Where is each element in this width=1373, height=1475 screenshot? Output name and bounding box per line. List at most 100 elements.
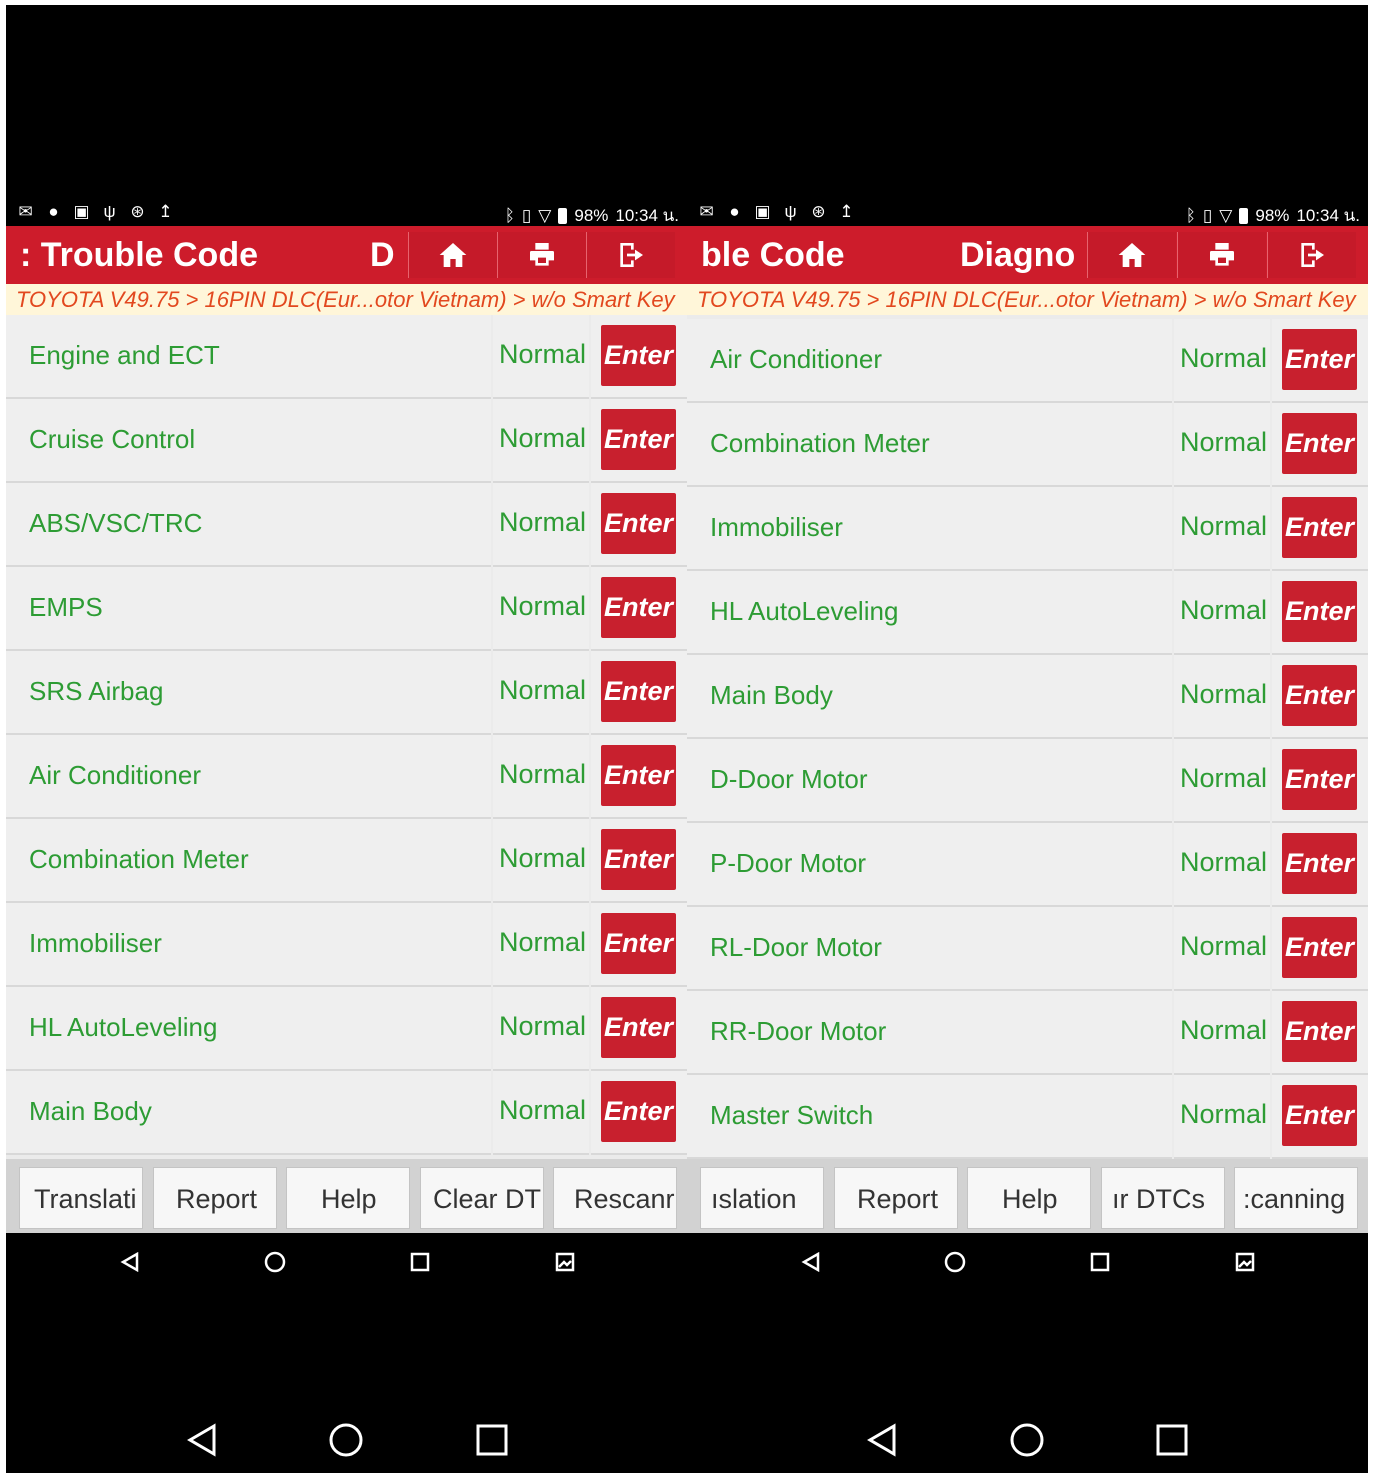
enter-button[interactable]: Enter (1282, 497, 1357, 558)
back-icon[interactable] (801, 1252, 821, 1272)
gmail-icon: ✉ (699, 202, 714, 221)
clear-dtc-button[interactable]: Clear DT (420, 1167, 544, 1229)
enter-button[interactable]: Enter (1282, 917, 1357, 978)
enter-button[interactable]: Enter (1282, 833, 1357, 894)
system-list: Air Conditioner Normal Enter Combination… (687, 319, 1368, 1163)
list-item: RL-Door Motor Normal Enter (687, 907, 1368, 991)
system-name: D-Door Motor (710, 764, 868, 794)
help-button[interactable]: Help (967, 1167, 1091, 1229)
report-button[interactable]: Report (834, 1167, 958, 1229)
recents-icon[interactable] (410, 1252, 430, 1272)
enter-button[interactable]: Enter (1282, 329, 1357, 390)
bluetooth-icon: ᛒ (1185, 205, 1196, 225)
exit-icon (1301, 243, 1324, 267)
print-icon (1210, 243, 1234, 266)
enter-button[interactable]: Enter (1282, 581, 1357, 642)
exit-button[interactable] (586, 232, 675, 278)
home-circle-icon[interactable] (1009, 1422, 1045, 1458)
top-black-band (6, 5, 1368, 199)
list-item: Air Conditioner Normal Enter (687, 319, 1368, 403)
status-bar: ✉ ● ▣ ψ ⊛ ↥ ᛒ ▯ ▽ 98% 10:34 น. (687, 199, 1368, 226)
home-circle-icon[interactable] (328, 1422, 364, 1458)
enter-button[interactable]: Enter (601, 913, 676, 974)
upload-icon: ↥ (839, 202, 854, 221)
breadcrumb: TOYOTA V49.75 > 16PIN DLC(Eur...otor Vie… (687, 284, 1368, 315)
system-status: Normal (1180, 343, 1268, 373)
translation-button[interactable]: Translati (19, 1167, 143, 1229)
right-screen: ✉ ● ▣ ψ ⊛ ↥ ᛒ ▯ ▽ 98% 10:34 น. ble Code … (687, 199, 1368, 1233)
system-status: Normal (499, 675, 587, 705)
print-button[interactable] (1177, 232, 1266, 278)
system-name: ABS/VSC/TRC (29, 508, 203, 538)
enter-button[interactable]: Enter (601, 325, 676, 386)
rescan-button[interactable]: :canning (1234, 1167, 1358, 1229)
battery-icon (558, 207, 568, 224)
list-item: Master Switch Normal Enter (687, 1075, 1368, 1159)
list-item: Main Body Normal Enter (687, 655, 1368, 739)
system-name: HL AutoLeveling (29, 1012, 218, 1042)
page-title-tail: D (370, 236, 395, 274)
enter-button[interactable]: Enter (601, 829, 676, 890)
exit-button[interactable] (1267, 232, 1356, 278)
back-icon[interactable] (864, 1422, 900, 1458)
system-list: Engine and ECT Normal Enter Cruise Contr… (6, 315, 687, 1159)
enter-button[interactable]: Enter (1282, 1085, 1357, 1146)
enter-button[interactable]: Enter (601, 1081, 676, 1142)
photo-icon: ▣ (754, 202, 771, 221)
help-button[interactable]: Help (286, 1167, 410, 1229)
enter-button[interactable]: Enter (1282, 413, 1357, 474)
list-item: Combination Meter Normal Enter (687, 403, 1368, 487)
list-item: Engine and ECT Normal Enter (6, 315, 687, 399)
bottom-toolbar: ıslation Report Help ır DTCs :canning (687, 1159, 1368, 1233)
enter-button[interactable]: Enter (1282, 665, 1357, 726)
list-item: ABS/VSC/TRC Normal Enter (6, 483, 687, 567)
clock: 10:34 น. (1296, 206, 1360, 225)
enter-button[interactable]: Enter (601, 493, 676, 554)
system-name: EMPS (29, 592, 103, 622)
breadcrumb: TOYOTA V49.75 > 16PIN DLC(Eur...otor Vie… (6, 284, 687, 315)
bottom-toolbar: Translati Report Help Clear DT Rescanr (6, 1159, 687, 1233)
enter-button[interactable]: Enter (601, 745, 676, 806)
vibrate-icon: ▯ (521, 205, 532, 225)
recents-icon[interactable] (1154, 1422, 1190, 1458)
screenshot-icon[interactable] (555, 1252, 575, 1272)
system-name: Master Switch (710, 1100, 874, 1130)
system-name: RL-Door Motor (710, 932, 882, 962)
left-screen: ✉ ● ▣ ψ ⊛ ↥ ᛒ ▯ ▽ 98% 10:34 น. : Trouble… (6, 199, 687, 1233)
system-name: HL AutoLeveling (710, 596, 899, 626)
system-name: Cruise Control (29, 424, 196, 454)
system-status: Normal (1180, 1099, 1268, 1129)
translation-button[interactable]: ıslation (700, 1167, 824, 1229)
list-item: HL AutoLeveling Normal Enter (687, 571, 1368, 655)
page-title: : Trouble Code (20, 236, 258, 274)
bluetooth-icon: ᛒ (504, 205, 515, 225)
enter-button[interactable]: Enter (601, 409, 676, 470)
enter-button[interactable]: Enter (601, 577, 676, 638)
recents-icon[interactable] (474, 1422, 510, 1458)
list-item: Immobiliser Normal Enter (687, 487, 1368, 571)
clear-dtc-button[interactable]: ır DTCs (1101, 1167, 1225, 1229)
home-circle-icon[interactable] (264, 1251, 286, 1273)
screenshot-icon[interactable] (1235, 1252, 1255, 1272)
home-button[interactable] (1087, 232, 1176, 278)
back-icon[interactable] (120, 1252, 140, 1272)
print-button[interactable] (497, 232, 586, 278)
enter-button[interactable]: Enter (1282, 1001, 1357, 1062)
list-item: Air Conditioner Normal Enter (6, 735, 687, 819)
wifi-icon: ▽ (1219, 205, 1233, 225)
system-status: Normal (1180, 931, 1268, 961)
home-circle-icon[interactable] (944, 1251, 966, 1273)
vibrate-icon: ▯ (1202, 205, 1213, 225)
rescan-button[interactable]: Rescanr (553, 1167, 677, 1229)
enter-button[interactable]: Enter (1282, 749, 1357, 810)
report-button[interactable]: Report (153, 1167, 277, 1229)
recents-icon[interactable] (1090, 1252, 1110, 1272)
system-status: Normal (1180, 1015, 1268, 1045)
back-icon[interactable] (184, 1422, 220, 1458)
system-status: Normal (1180, 847, 1268, 877)
home-button[interactable] (408, 232, 497, 278)
enter-button[interactable]: Enter (601, 997, 676, 1058)
system-name: Engine and ECT (29, 340, 220, 370)
enter-button[interactable]: Enter (601, 661, 676, 722)
system-status: Normal (499, 843, 587, 873)
